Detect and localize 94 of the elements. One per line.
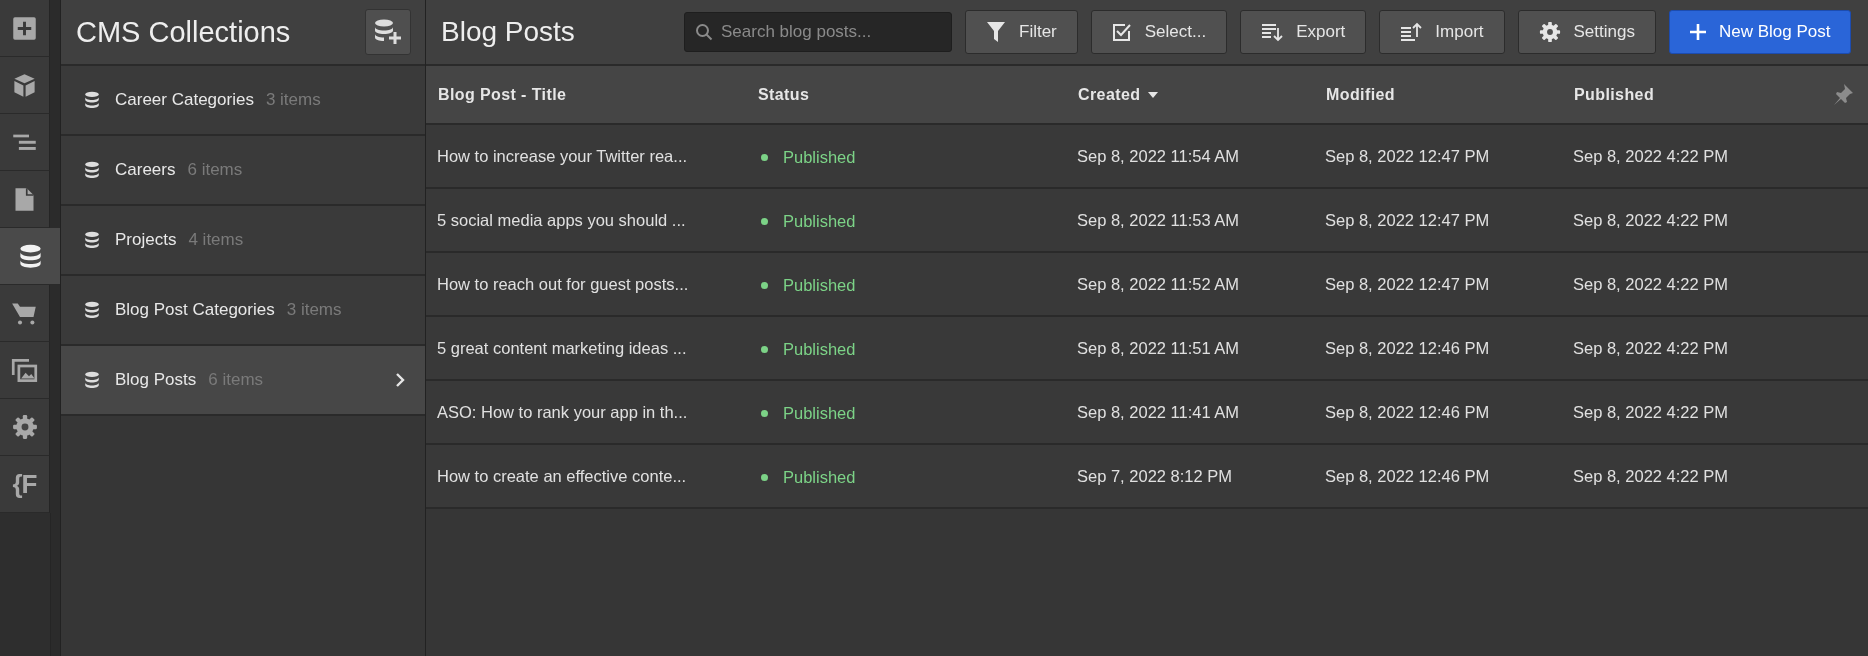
page-title: Blog Posts — [441, 16, 576, 48]
collection-name: Career Categories — [115, 90, 254, 110]
database-icon — [83, 371, 101, 389]
sidebar-tab[interactable] — [0, 57, 50, 114]
collection-item[interactable]: Projects 4 items — [61, 206, 425, 276]
sidebar-tab[interactable] — [0, 171, 50, 228]
settings-icon — [11, 414, 38, 440]
database-icon — [83, 301, 101, 319]
date-cell: Sep 8, 2022 12:46 PM — [1325, 338, 1490, 357]
status-label: Published — [783, 147, 856, 167]
status-dot — [761, 473, 768, 481]
images-icon — [11, 356, 38, 384]
import-icon — [1400, 22, 1423, 42]
sidebar-tab[interactable] — [0, 399, 50, 456]
column-header[interactable]: Created — [1078, 85, 1141, 104]
item-count: 3 items — [265, 90, 322, 110]
database-icon — [83, 91, 101, 109]
sidebar-tab[interactable] — [0, 0, 50, 57]
search-field[interactable]: Search blog posts... — [684, 12, 952, 52]
sidebar-tab[interactable] — [0, 114, 50, 171]
sidebar-tab[interactable]: {F — [0, 456, 50, 513]
post-title: How to increase your Twitter rea... — [437, 146, 688, 165]
export-button[interactable]: Export — [1240, 10, 1367, 54]
plus-icon — [1689, 24, 1706, 40]
pin-icon[interactable] — [1832, 83, 1854, 105]
checkbox-icon — [1111, 22, 1132, 42]
status-dot — [761, 345, 768, 353]
status-label: Published — [783, 403, 856, 423]
date-cell: Sep 8, 2022 12:46 PM — [1325, 466, 1490, 485]
collection-item[interactable]: Blog Post Categories 3 items — [61, 276, 425, 346]
item-count: 6 items — [187, 160, 244, 180]
date-cell: Sep 7, 2022 8:12 PM — [1077, 466, 1233, 485]
logo-icon: {F — [12, 468, 37, 500]
date-cell: Sep 8, 2022 12:47 PM — [1325, 274, 1490, 293]
date-cell: Sep 8, 2022 11:54 AM — [1077, 146, 1240, 165]
add-icon — [11, 14, 38, 42]
column-header[interactable]: Status — [758, 85, 810, 104]
new-item-button[interactable]: New Blog Post — [1668, 10, 1852, 54]
date-cell: Sep 8, 2022 12:47 PM — [1325, 146, 1490, 165]
post-title: How to reach out for guest posts... — [437, 274, 689, 293]
date-cell: Sep 8, 2022 11:41 AM — [1077, 402, 1240, 421]
post-title: 5 social media apps you should ... — [437, 210, 686, 229]
collection-item[interactable]: Career Categories 3 items — [61, 66, 425, 136]
search-icon — [695, 23, 713, 41]
settings-icon — [1538, 21, 1561, 43]
date-cell: Sep 8, 2022 12:46 PM — [1325, 402, 1490, 421]
status-label: Published — [783, 339, 856, 359]
export-icon — [1261, 22, 1284, 42]
post-title: How to create an effective conte... — [437, 466, 687, 485]
column-header[interactable]: Blog Post - Title — [438, 85, 567, 104]
collection-name: Careers — [115, 160, 176, 180]
status-label: Published — [783, 275, 856, 295]
select-button[interactable]: Select... — [1090, 10, 1228, 54]
status-dot — [761, 217, 768, 225]
date-cell: Sep 8, 2022 12:47 PM — [1325, 210, 1490, 229]
sort-caret-icon — [1148, 91, 1159, 98]
database-icon — [83, 231, 101, 249]
post-title: 5 great content marketing ideas ... — [437, 338, 687, 357]
database-icon — [83, 161, 101, 179]
database-add-icon — [373, 18, 403, 46]
status-dot — [761, 281, 768, 289]
date-cell: Sep 8, 2022 11:52 AM — [1077, 274, 1240, 293]
status-label: Published — [783, 211, 856, 231]
filter-button[interactable]: Filter — [965, 10, 1078, 54]
post-title: ASO: How to rank your app in th... — [437, 402, 688, 421]
status-dot — [761, 153, 768, 161]
collection-name: Projects — [115, 230, 177, 250]
panel-title: CMS Collections — [76, 15, 291, 49]
cube-icon — [11, 71, 38, 99]
chevron-right-icon — [395, 372, 405, 388]
status-label: Published — [783, 467, 856, 487]
sidebar-tab[interactable] — [0, 285, 50, 342]
date-cell: Sep 8, 2022 4:22 PM — [1573, 146, 1729, 165]
collection-name: Blog Post Categories — [115, 300, 275, 320]
date-cell: Sep 8, 2022 4:22 PM — [1573, 210, 1729, 229]
item-count: 3 items — [286, 300, 343, 320]
collection-item[interactable]: Careers 6 items — [61, 136, 425, 206]
date-cell: Sep 8, 2022 11:51 AM — [1077, 338, 1240, 357]
date-cell: Sep 8, 2022 11:53 AM — [1077, 210, 1240, 229]
collection-name: Blog Posts — [115, 370, 197, 390]
status-dot — [761, 409, 768, 417]
filter-icon — [986, 21, 1006, 43]
add-collection-button[interactable] — [365, 9, 411, 55]
date-cell: Sep 8, 2022 4:22 PM — [1573, 338, 1729, 357]
date-cell: Sep 8, 2022 4:22 PM — [1573, 466, 1729, 485]
settings-button[interactable]: Settings — [1517, 10, 1656, 54]
import-button[interactable]: Import — [1379, 10, 1505, 54]
column-header[interactable]: Published — [1574, 85, 1655, 104]
sidebar-tab[interactable] — [0, 228, 60, 285]
column-header[interactable]: Modified — [1326, 85, 1395, 104]
date-cell: Sep 8, 2022 4:22 PM — [1573, 274, 1729, 293]
item-count: 4 items — [188, 230, 245, 250]
date-cell: Sep 8, 2022 4:22 PM — [1573, 402, 1729, 421]
sidebar-tab[interactable] — [0, 342, 50, 399]
